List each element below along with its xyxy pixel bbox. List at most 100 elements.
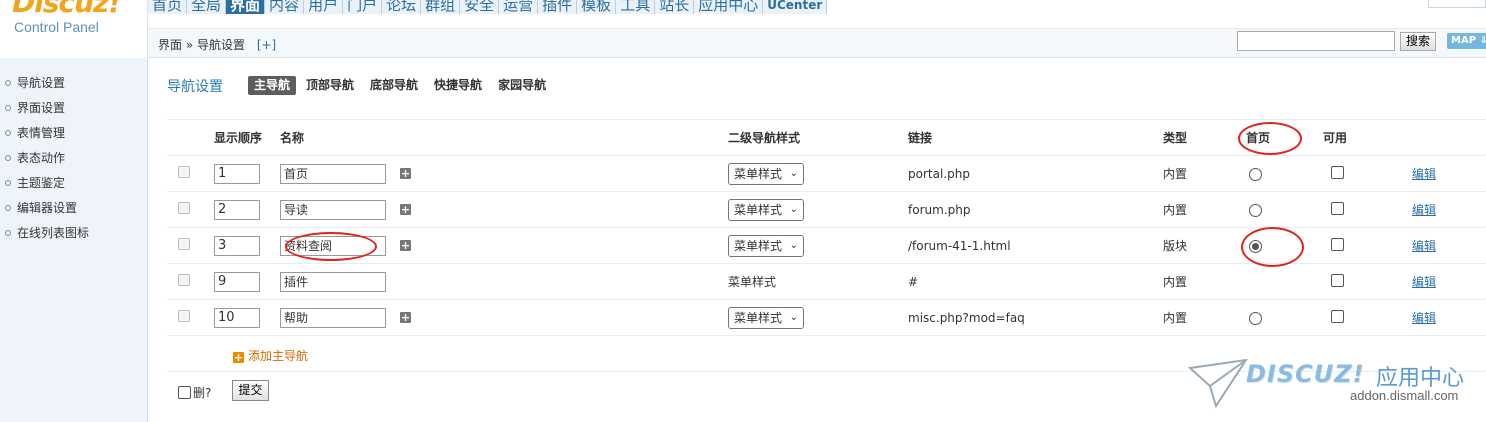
menu-item-webmaster[interactable]: 站长 [655,0,695,14]
add-sub-nav-icon[interactable]: + [400,168,411,179]
watermark-url: addon.dismall.com [1350,388,1459,403]
chevron-down-icon: ⌄ [789,239,798,251]
edit-link[interactable]: 编辑 [1412,275,1436,289]
search-button[interactable]: 搜索 [1400,32,1436,51]
menu-item-home[interactable]: 首页 [148,0,188,14]
tab-quick-nav[interactable]: 快捷导航 [428,76,488,95]
order-input[interactable]: 9 [214,271,260,292]
name-input[interactable]: 帮助 [280,307,386,328]
logo-subtitle: Control Panel [14,19,99,35]
header-select [167,119,214,156]
plus-icon: + [233,351,244,364]
home-radio[interactable] [1249,167,1262,181]
sidebar-item-smilies[interactable]: 表情管理 [0,124,147,149]
top-right-box[interactable] [1428,0,1486,8]
enabled-checkbox[interactable] [1331,201,1344,215]
sub-style-select[interactable]: 菜单样式 ⌄ [728,162,804,185]
sub-style-value: 菜单样式 [734,238,783,253]
name-input[interactable]: 导读 [280,199,386,220]
menu-item-templates[interactable]: 模板 [577,0,617,14]
order-input[interactable]: 3 [214,235,260,256]
enabled-checkbox[interactable] [1331,273,1344,287]
table-row: 2 导读 + 菜单样式 ⌄ forum.php 内置 编辑 [167,191,1486,228]
add-sub-nav-icon[interactable]: + [400,204,411,215]
enabled-checkbox[interactable] [1331,165,1344,179]
edit-link[interactable]: 编辑 [1412,167,1436,181]
home-radio[interactable] [1249,203,1262,217]
logo-brand: Discuz! [12,0,121,19]
header-link: 链接 [908,119,1163,156]
row-delete-checkbox[interactable] [178,274,190,286]
header-sub-style: 二级导航样式 [728,119,908,156]
menu-item-content[interactable]: 内容 [265,0,305,14]
logo[interactable]: Discuz! Control Panel [0,0,148,58]
delete-all-checkbox[interactable] [178,386,191,399]
add-main-nav-label: 添加主导航 [248,349,309,363]
menu-item-portal[interactable]: 门户 [343,0,383,14]
edit-link[interactable]: 编辑 [1412,311,1436,325]
sub-style-value: 菜单样式 [734,310,783,325]
header-name: 名称 [280,119,728,156]
name-input[interactable]: 插件 [280,271,386,292]
enabled-checkbox[interactable] [1331,237,1344,251]
sidebar-item-online-icons[interactable]: 在线列表图标 [0,224,147,249]
menu-item-interface[interactable]: 界面 [226,0,266,14]
home-radio[interactable] [1249,311,1262,325]
menu-item-app-center[interactable]: 应用中心 [694,0,764,14]
menu-item-security[interactable]: 安全 [460,0,500,14]
row-type: 版块 [1163,227,1228,264]
tab-footer-nav[interactable]: 底部导航 [364,76,424,95]
submit-button[interactable]: 提交 [232,380,269,401]
row-delete-checkbox[interactable] [178,166,190,178]
tab-top-nav[interactable]: 顶部导航 [300,76,360,95]
sub-style-select[interactable]: 菜单样式 ⌄ [728,306,804,329]
row-delete-checkbox[interactable] [178,202,190,214]
name-input[interactable]: 首页 [280,163,386,184]
order-input[interactable]: 2 [214,199,260,220]
annotation-circle-name [285,232,377,261]
breadcrumb-add-link[interactable]: [+] [257,38,276,52]
sub-style-value: 菜单样式 [734,202,783,217]
edit-link[interactable]: 编辑 [1412,239,1436,253]
sidebar-item-thread-stamps[interactable]: 主题鉴定 [0,174,147,199]
enabled-checkbox[interactable] [1331,309,1344,323]
menu-item-ucenter[interactable]: UCenter [763,0,828,14]
row-link: # [908,263,1163,300]
menu-item-global[interactable]: 全局 [187,0,227,14]
map-button[interactable]: MAP ⇓ [1447,33,1486,49]
menu-item-groups[interactable]: 群组 [421,0,461,14]
sidebar-item-click-actions[interactable]: 表态动作 [0,149,147,174]
chevron-down-icon: ⌄ [789,167,798,179]
header-order: 显示顺序 [214,119,280,156]
add-sub-nav-icon[interactable]: + [400,312,411,323]
page-title: 导航设置 [167,79,223,95]
sidebar-item-nav-settings[interactable]: 导航设置 [0,74,147,99]
sub-style-select[interactable]: 菜单样式 ⌄ [728,234,804,257]
tab-main-nav[interactable]: 主导航 [248,76,297,95]
menu-item-operations[interactable]: 运营 [499,0,539,14]
delete-toggle[interactable]: 删? [178,384,211,401]
sidebar-item-editor-settings[interactable]: 编辑器设置 [0,199,147,224]
menu-item-users[interactable]: 用户 [304,0,344,14]
search-input[interactable] [1237,31,1395,51]
add-main-nav-link[interactable]: + 添加主导航 [233,347,308,364]
watermark-brand: DISCUZ! [1246,360,1365,388]
header-type: 类型 [1163,119,1228,156]
add-sub-nav-icon[interactable]: + [400,240,411,251]
sidebar-item-interface-settings[interactable]: 界面设置 [0,99,147,124]
sub-style-select[interactable]: 菜单样式 ⌄ [728,198,804,221]
menu-item-tools[interactable]: 工具 [616,0,656,14]
row-link: /forum-41-1.html [908,227,1163,264]
header-enabled: 可用 [1323,119,1400,156]
row-delete-checkbox[interactable] [178,310,190,322]
delete-label: 删? [193,386,212,400]
sub-style-text: 菜单样式 [728,263,908,300]
breadcrumb-path: 界面 » 导航设置 [158,38,245,52]
order-input[interactable]: 10 [214,307,260,328]
row-delete-checkbox[interactable] [178,238,190,250]
edit-link[interactable]: 编辑 [1412,203,1436,217]
menu-item-forum[interactable]: 论坛 [382,0,422,14]
menu-item-plugins[interactable]: 插件 [538,0,578,14]
order-input[interactable]: 1 [214,163,260,184]
tab-home-nav[interactable]: 家园导航 [492,76,552,95]
